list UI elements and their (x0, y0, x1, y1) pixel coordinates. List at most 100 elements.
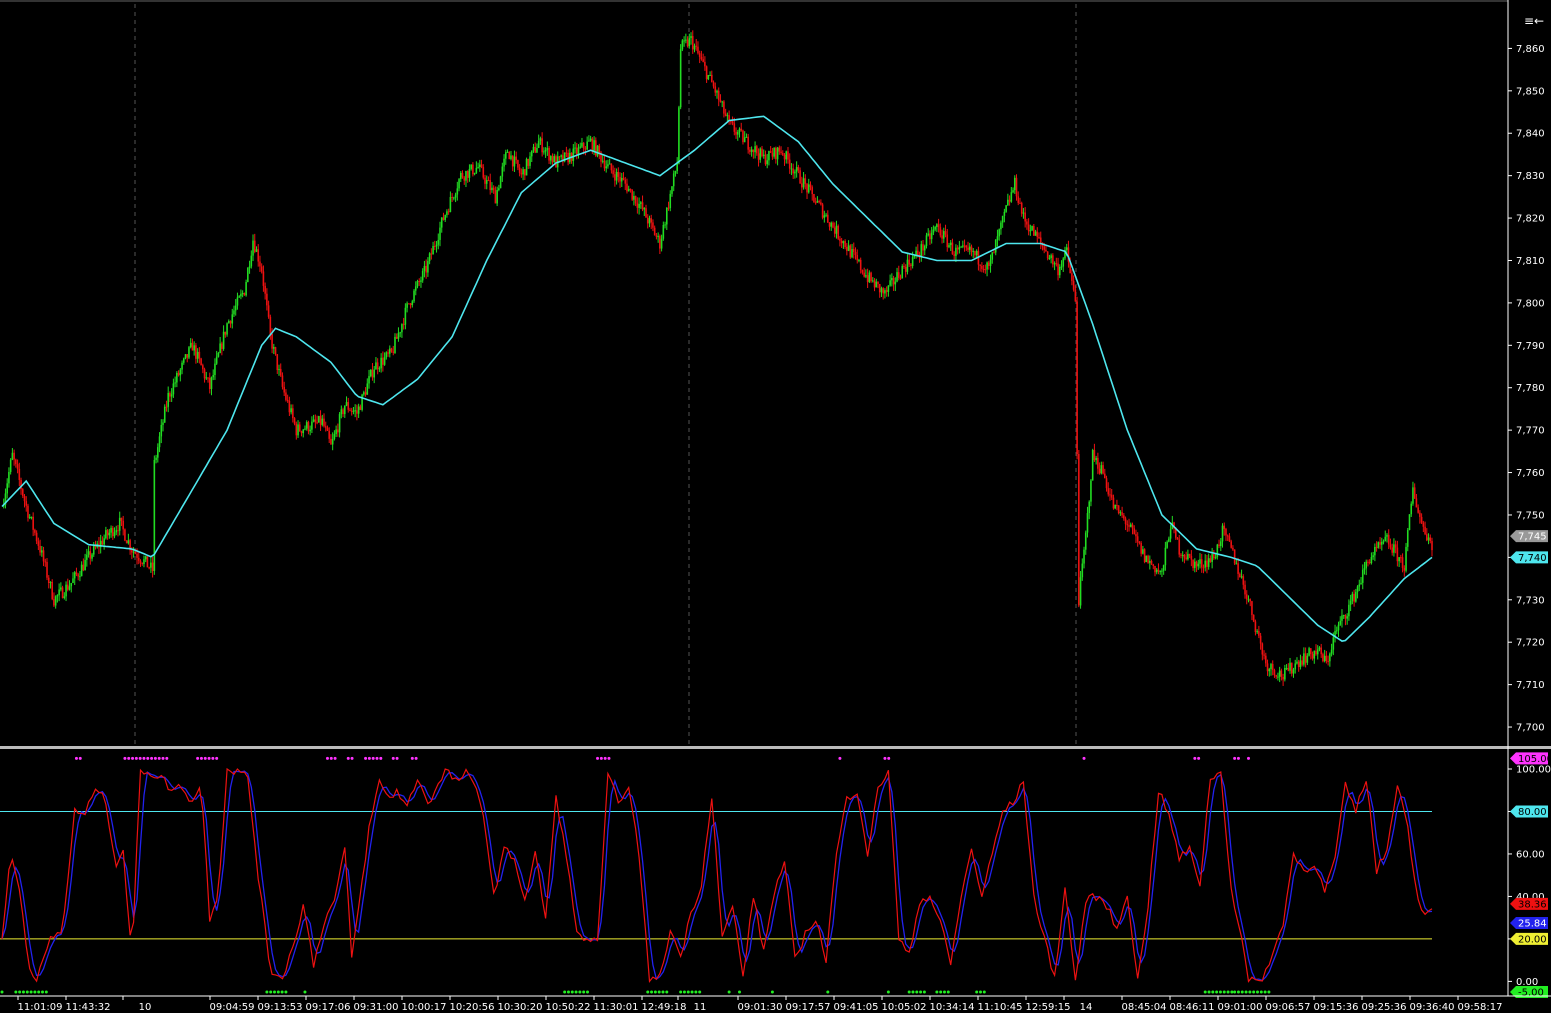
oversold-dot (582, 990, 586, 994)
overbought-dot (165, 756, 169, 760)
candle-body (1232, 547, 1234, 550)
time-label: 11:43:32 (66, 1002, 111, 1013)
candle-body (401, 324, 403, 333)
candle-body (56, 595, 59, 597)
candle-body (115, 530, 118, 533)
price-tick-label: 7,860 (1516, 44, 1545, 55)
candle-body (939, 227, 942, 236)
candle-body (385, 352, 388, 358)
candle-body (877, 281, 879, 284)
candle-body (511, 155, 514, 167)
candle-body (1348, 604, 1350, 617)
candle-body (851, 249, 853, 258)
candle-body (1387, 534, 1390, 545)
price-tick-label: 7,700 (1516, 723, 1545, 734)
candle-body (787, 151, 789, 160)
time-label: 09:13:53 (258, 1002, 303, 1013)
candle-body (357, 406, 360, 414)
candle-body (887, 285, 890, 292)
candle-body (28, 516, 31, 518)
candle-body (809, 184, 812, 188)
oversold-dot (682, 990, 686, 994)
candle-body (704, 61, 706, 67)
candle-body (361, 394, 363, 410)
menu-icon[interactable]: ≡← (1524, 12, 1546, 30)
oversold-dot (911, 990, 915, 994)
candle-body (248, 266, 251, 268)
candle-body (236, 297, 239, 306)
candle-body (631, 189, 633, 200)
candle-body (685, 39, 687, 41)
overbought-dot (371, 756, 375, 760)
overbought-dot (153, 756, 157, 760)
candle-body (1420, 516, 1423, 523)
oversold-dot (586, 990, 590, 994)
price-tick-label: 7,750 (1516, 510, 1545, 521)
candle-body (581, 142, 583, 147)
candle-body (1065, 247, 1068, 250)
overbought-dot (196, 756, 200, 760)
candle-body (118, 517, 121, 531)
candle-body (1301, 660, 1303, 665)
candle-body (608, 163, 611, 165)
candle-body (794, 171, 796, 174)
candle-body (1140, 543, 1142, 554)
candle-body (942, 231, 945, 239)
time-label: 09:06:57 (1266, 1002, 1311, 1013)
candle-body (146, 556, 149, 568)
candle-body (667, 207, 670, 209)
overbought-dot (887, 756, 891, 760)
candle-body (762, 154, 765, 156)
candle-body (1339, 620, 1342, 625)
candle-body (430, 253, 433, 255)
candle-body (750, 149, 753, 152)
candle-body (1095, 457, 1097, 461)
candle-body (390, 348, 393, 352)
candle-body (679, 49, 682, 108)
candle-body (846, 247, 848, 251)
candle-body (453, 197, 455, 199)
candle-body (451, 197, 453, 199)
candle-body (700, 56, 703, 60)
candle-body (1052, 255, 1054, 265)
candle-body (1351, 593, 1354, 601)
candle-body (210, 377, 213, 389)
candle-body (32, 516, 34, 530)
candle-body (813, 194, 815, 203)
candle-body (944, 231, 947, 235)
candle-body (1400, 557, 1402, 559)
candle-body (775, 148, 777, 160)
candle-body (1048, 258, 1051, 260)
candle-body (641, 202, 644, 210)
time-label: 10:34:14 (930, 1002, 975, 1013)
candle-body (814, 202, 817, 204)
candle-body (953, 254, 955, 256)
candle-body (120, 517, 123, 521)
candle-body (214, 363, 216, 375)
overbought-dot (1197, 756, 1201, 760)
candle-body (972, 251, 975, 253)
time-label: 10 (139, 1002, 152, 1013)
candle-body (392, 351, 395, 353)
candle-body (801, 183, 803, 188)
candle-body (364, 392, 367, 395)
price-tick-label: 7,710 (1516, 680, 1545, 691)
candle-body (324, 426, 327, 428)
time-label: 11:10:45 (978, 1002, 1023, 1013)
candle-body (1429, 537, 1432, 542)
candle-body (127, 540, 130, 544)
candle-body (1081, 563, 1084, 578)
oversold-dot (574, 990, 578, 994)
candle-body (705, 66, 708, 80)
candle-body (1161, 570, 1163, 572)
candle-body (681, 40, 684, 50)
candle-body (811, 187, 814, 195)
candle-body (588, 140, 590, 142)
oversold-dot (276, 990, 280, 994)
candle-body (298, 424, 301, 432)
candle-body (1188, 553, 1191, 556)
trading-chart[interactable]: 7,700 7,710 7,720 7,730 7,740 7,750 7,760 7,770… (0, 0, 1551, 1013)
candle-body (1278, 670, 1281, 677)
candle-body (188, 347, 190, 358)
candle-body (695, 45, 698, 47)
